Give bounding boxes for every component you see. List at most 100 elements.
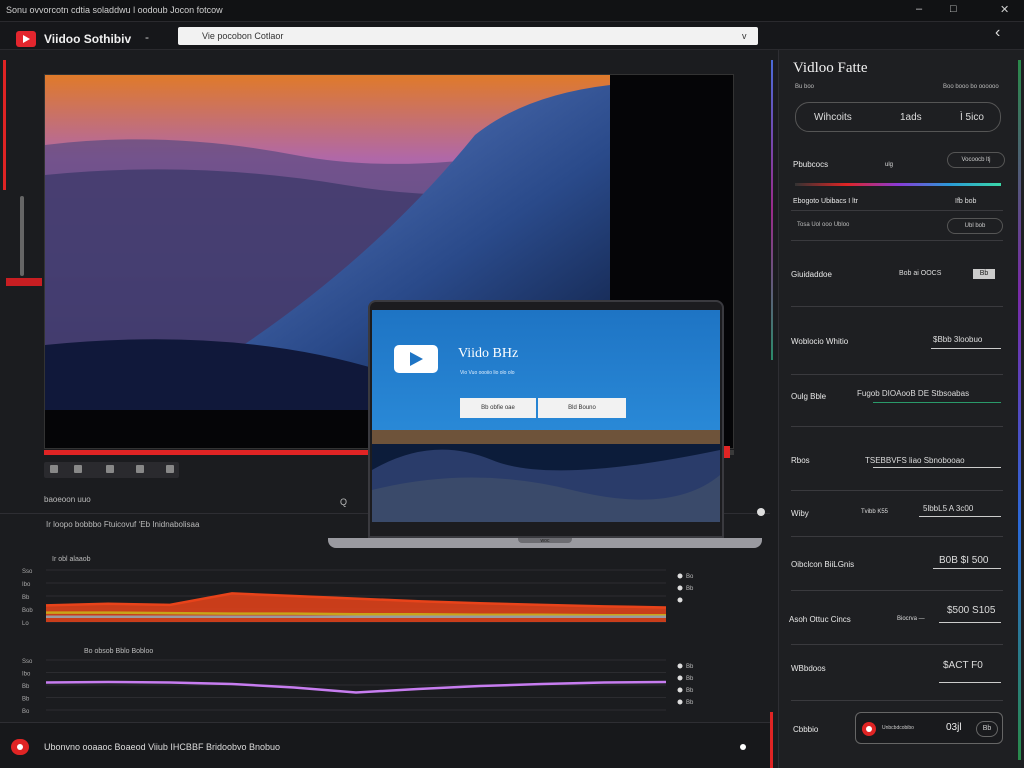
row-chip[interactable]: Bb <box>973 269 995 279</box>
color-gradient-slider[interactable] <box>795 183 1001 186</box>
left-rail-tag[interactable] <box>6 278 42 286</box>
footer-box-value: 03jl <box>946 722 962 733</box>
screen-landscape <box>372 430 720 522</box>
window-title: Sonu ovvorcotn cdtia soladdwu l oodoub J… <box>6 5 223 15</box>
row-mid: Bob ai OOCS <box>899 270 942 277</box>
row-underline <box>933 568 1001 569</box>
close-icon[interactable]: ✕ <box>1000 3 1009 16</box>
row-mid: Biocrva — <box>897 616 925 622</box>
row-underline <box>939 622 1001 623</box>
slider-dot[interactable] <box>757 508 765 516</box>
screen-button-primary[interactable]: Bb obfie oae <box>460 398 536 418</box>
search-input[interactable] <box>178 27 758 45</box>
panel-accent-right <box>1018 60 1021 760</box>
record-icon[interactable] <box>862 722 876 736</box>
row-mid: ulg <box>885 162 894 168</box>
laptop-base: woc <box>328 538 762 548</box>
row-label: Giuidaddoe <box>791 270 832 279</box>
row-value: Fugob DIOAooB DE Stbsoabas <box>857 389 970 398</box>
row-mid: Tvibb K55 <box>861 509 889 515</box>
row-value: $500 S105 <box>947 605 996 616</box>
video-meta-line: baoeoon uuo <box>44 495 91 504</box>
panel-subtitle-left: Bu boo <box>795 84 815 90</box>
legend-label: Bb <box>686 676 694 682</box>
footer-row-label: Cbbbio <box>793 725 819 734</box>
summary-mid: 1ads <box>900 112 922 123</box>
left-accent-bar <box>3 60 6 190</box>
row-label: WBbdoos <box>791 664 826 673</box>
left-scrollbar[interactable] <box>20 196 24 276</box>
row-value: $Bbb 3loobuo <box>933 335 983 344</box>
row-divider <box>791 644 1003 645</box>
legend-marker <box>677 699 683 705</box>
row-pill[interactable]: Vocoocb ltj <box>947 152 1005 168</box>
series-line <box>45 680 667 694</box>
screen-button-secondary[interactable]: Bld Bouno <box>538 398 626 418</box>
row-value: $ACT F0 <box>943 660 983 671</box>
search-icon[interactable]: Q <box>340 497 347 507</box>
player-controls <box>44 462 179 478</box>
panel-summary-box[interactable]: Wihcoits 1ads Ì 5ico <box>795 102 1001 132</box>
progress-handle[interactable] <box>724 446 730 458</box>
next-icon[interactable] <box>74 465 82 473</box>
panel-subtitle-right: Boo booo bo oooooo <box>943 84 999 90</box>
row-divider <box>791 210 1003 211</box>
row-label: Oibclcon BiiLGnis <box>791 560 855 569</box>
legend-marker <box>677 573 683 579</box>
y-tick-label: Bb <box>22 595 30 601</box>
row-divider <box>791 240 1003 241</box>
row-value: TSEBBVFS liao Sbnobooao <box>865 456 965 465</box>
row-value: Ifb bob <box>955 198 977 205</box>
search-dropdown-icon[interactable]: v <box>742 31 747 41</box>
row-label: Asoh Ottuc Cincs <box>789 615 851 624</box>
chart-bottom-plot: Sso Ibo Bb Bb Bo Bb Bb Bb Bb <box>22 659 694 715</box>
laptop-notch: woc <box>518 538 572 544</box>
y-tick-label: Lo <box>22 621 29 627</box>
legend-marker <box>677 585 683 591</box>
row-pill[interactable]: Ubl bob <box>947 218 1003 234</box>
play-button-icon[interactable] <box>394 345 438 373</box>
play-icon[interactable] <box>50 465 58 473</box>
row-divider <box>791 374 1003 375</box>
y-tick-label: Bb <box>22 697 30 703</box>
screen-title: Viido BHz <box>458 346 519 361</box>
row-underline <box>931 348 1001 349</box>
y-tick-label: Bob <box>22 608 33 614</box>
row-label: Woblocio Whitio <box>791 337 849 346</box>
laptop-screen: Viido BHz Vio Vuo oooiio lio olo olo Bb … <box>372 310 720 522</box>
right-panel: Vidloo Fatte Bu boo Boo booo bo oooooo W… <box>778 50 1024 768</box>
y-tick-label: Bo <box>22 709 30 715</box>
title-bar: Sonu ovvorcotn cdtia soladdwu l oodoub J… <box>0 0 1024 22</box>
chart-top: Ir obl alaaob Sso Ibo Bb Bob Lo Bo Bb <box>20 550 720 630</box>
footer-dot[interactable] <box>740 744 746 750</box>
restore-icon[interactable]: □ <box>950 3 957 15</box>
row-value: 5lbbL5 A 3c00 <box>923 504 974 513</box>
footer-box-pill[interactable]: Bb <box>976 721 998 737</box>
settings-icon[interactable] <box>166 465 174 473</box>
captions-icon[interactable] <box>136 465 144 473</box>
row-divider <box>791 700 1003 701</box>
legend-marker <box>677 687 683 693</box>
footer-bar: Ubonvno ooaaoc Boaeod Viiub IHCBBF Brido… <box>0 722 770 768</box>
summary-right: Ì 5ico <box>960 112 984 123</box>
legend-marker <box>677 597 683 603</box>
chevron-left-icon[interactable]: ‹ <box>995 24 1000 42</box>
chart-top-plot: Sso Ibo Bb Bob Lo Bo Bb <box>22 569 694 627</box>
row-divider <box>791 426 1003 427</box>
panel-footer-box[interactable]: Unbcbdcobibo 03jl Bb <box>855 712 1003 744</box>
row-value: B0B $I 500 <box>939 555 989 566</box>
video-logo-icon[interactable] <box>16 31 36 47</box>
footer-text: Ubonvno ooaaoc Boaeod Viiub IHCBBF Brido… <box>44 742 280 752</box>
row-underline <box>873 402 1001 403</box>
video-tags: Ir loopo bobbbo Ftuicovuf ‘Eb Inidnaboli… <box>46 520 200 529</box>
y-tick-label: Ibo <box>22 582 31 588</box>
volume-icon[interactable] <box>106 465 114 473</box>
row-label: Oulg Bble <box>791 392 827 401</box>
record-icon[interactable] <box>11 739 29 755</box>
minimize-icon[interactable]: – <box>916 3 922 15</box>
row-label: Tosa Uol ooo Ubloo <box>797 222 850 228</box>
y-tick-label: Sso <box>22 659 33 665</box>
panel-accent-left <box>771 60 773 360</box>
chart-bottom: Bo obsob Bblo Bobloo Sso Ibo Bb Bb Bo Bb Bb Bb B… <box>20 640 720 718</box>
row-divider <box>791 306 1003 307</box>
